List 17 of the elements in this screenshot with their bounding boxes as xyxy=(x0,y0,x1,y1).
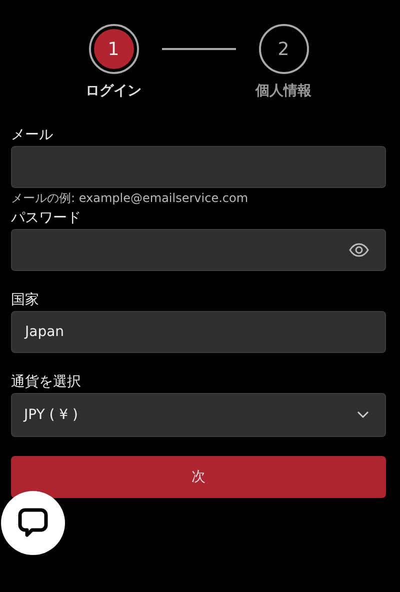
currency-select[interactable]: JPY ( ¥ ) xyxy=(11,393,386,437)
eye-icon[interactable] xyxy=(349,243,369,257)
password-field[interactable] xyxy=(11,229,386,271)
step-number: 1 xyxy=(94,29,134,69)
field-label: メール xyxy=(11,126,54,145)
chevron-down-icon xyxy=(357,411,369,419)
next-button[interactable]: 次 xyxy=(11,456,386,498)
input-field[interactable]: Japan xyxy=(11,311,386,353)
field-label: 通貨を選択 xyxy=(11,373,82,392)
field-label: 国家 xyxy=(11,291,40,310)
step-number: 2 xyxy=(276,38,290,62)
step-label: 個人情報 xyxy=(256,82,312,100)
field-label: パスワード xyxy=(11,209,82,228)
input-field[interactable] xyxy=(11,146,386,188)
chat-icon xyxy=(18,508,48,538)
hint-text: メールの例: example@emailservice.com xyxy=(11,190,250,207)
step-label: ログイン xyxy=(86,82,142,100)
